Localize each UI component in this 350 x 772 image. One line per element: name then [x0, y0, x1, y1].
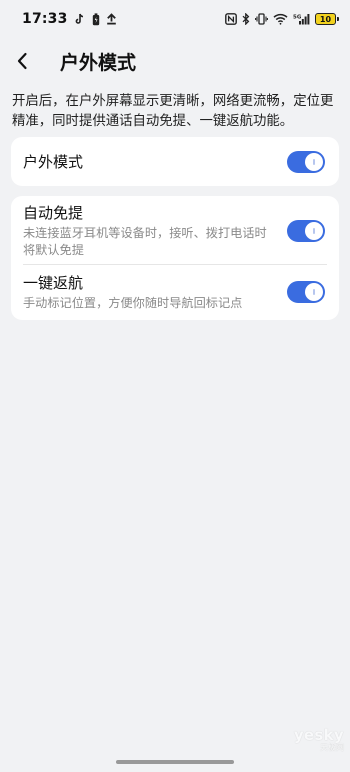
- toggle-knob: [305, 283, 323, 301]
- auto-handsfree-subtitle: 未连接蓝牙耳机等设备时，接听、拨打电话时将默认免提: [23, 226, 267, 257]
- status-right: 5G 10: [225, 12, 339, 26]
- features-card: 自动免提 未连接蓝牙耳机等设备时，接听、拨打电话时将默认免提 一键返航 手动标记…: [11, 196, 339, 320]
- back-button[interactable]: [16, 44, 56, 78]
- one-key-return-subtitle: 手动标记位置，方便你随时导航回标记点: [23, 295, 243, 310]
- tiktok-icon: [74, 12, 86, 26]
- yesky-watermark: yesky 天极网: [292, 728, 344, 756]
- mode-description: 开启后，在户外屏幕显示更清晰，网络更流畅，定位更精准，同时提供通话自动免提、一键…: [12, 94, 334, 129]
- header: 户外模式: [0, 44, 350, 78]
- auto-handsfree-toggle[interactable]: [287, 220, 325, 242]
- vibrate-icon: [255, 12, 268, 26]
- one-key-return-row[interactable]: 一键返航 手动标记位置，方便你随时导航回标记点: [11, 265, 339, 319]
- status-left: 17:33: [22, 11, 117, 27]
- outdoor-mode-text: 户外模式: [23, 152, 287, 172]
- bluetooth-icon: [242, 12, 250, 26]
- battery-icon: 10: [315, 13, 339, 25]
- battery-level: 10: [319, 14, 332, 24]
- battery-saver-icon: [92, 12, 100, 26]
- auto-handsfree-row[interactable]: 自动免提 未连接蓝牙耳机等设备时，接听、拨打电话时将默认免提: [11, 196, 339, 264]
- chevron-left-icon: [16, 52, 28, 70]
- watermark-sub: 天极网: [320, 743, 344, 752]
- toggle-knob: [305, 222, 323, 240]
- outdoor-mode-card: 户外模式: [11, 137, 339, 186]
- page-title: 户外模式: [60, 51, 137, 74]
- one-key-return-title: 一键返航: [23, 273, 84, 292]
- signal-5g-icon: 5G: [293, 12, 310, 26]
- status-bar: 17:33 5G 10: [0, 0, 350, 38]
- svg-text:5G: 5G: [293, 15, 302, 21]
- watermark-logo: yesky: [293, 726, 344, 744]
- status-time: 17:33: [22, 11, 68, 27]
- upload-icon: [106, 12, 117, 26]
- one-key-return-toggle[interactable]: [287, 281, 325, 303]
- one-key-return-text: 一键返航 手动标记位置，方便你随时导航回标记点: [23, 273, 287, 312]
- toggle-knob: [305, 152, 323, 171]
- auto-handsfree-title: 自动免提: [23, 204, 84, 222]
- outdoor-mode-toggle[interactable]: [287, 150, 325, 173]
- home-indicator[interactable]: [116, 760, 234, 764]
- outdoor-mode-title: 户外模式: [23, 152, 84, 171]
- auto-handsfree-text: 自动免提 未连接蓝牙耳机等设备时，接听、拨打电话时将默认免提: [23, 203, 287, 259]
- outdoor-mode-row[interactable]: 户外模式: [11, 137, 339, 186]
- nfc-icon: [225, 12, 237, 26]
- wifi-icon: [273, 12, 288, 26]
